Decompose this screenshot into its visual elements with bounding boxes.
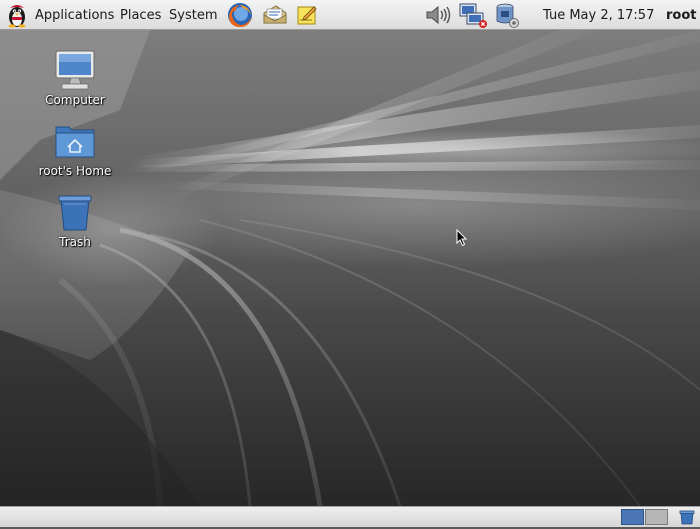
mouse-cursor-icon xyxy=(456,229,468,247)
user-menu[interactable]: root xyxy=(666,0,697,30)
clock[interactable]: Tue May 2, 17:57 xyxy=(543,0,654,30)
notes-icon[interactable] xyxy=(296,0,318,30)
places-menu[interactable]: Places xyxy=(120,0,161,30)
trash-icon xyxy=(53,190,97,234)
mail-icon[interactable] xyxy=(262,0,288,30)
volume-icon[interactable] xyxy=(424,0,452,30)
computer-icon-label: Computer xyxy=(45,93,105,107)
applications-menu[interactable]: Applications xyxy=(35,0,114,30)
trash-icon-label: Trash xyxy=(59,235,91,249)
top-panel: Applications Places System Tue May 2, 17… xyxy=(0,0,700,30)
firefox-icon[interactable] xyxy=(226,0,254,30)
trash-applet-icon[interactable] xyxy=(678,509,696,525)
computer-desktop-icon[interactable]: Computer xyxy=(27,48,123,107)
computer-icon xyxy=(53,48,97,92)
trash-desktop-icon[interactable]: Trash xyxy=(27,190,123,249)
network-icon[interactable] xyxy=(458,0,488,30)
updates-icon[interactable] xyxy=(492,0,520,30)
bottom-panel xyxy=(0,506,700,527)
workspace-1[interactable] xyxy=(621,509,644,525)
system-menu[interactable]: System xyxy=(169,0,217,30)
home-folder-icon xyxy=(53,119,97,163)
home-icon-label: root's Home xyxy=(38,164,112,178)
workspace-2[interactable] xyxy=(645,509,668,525)
desktop: Computer root's Home Trash xyxy=(0,30,700,506)
distro-logo-icon[interactable] xyxy=(4,0,30,30)
home-desktop-icon[interactable]: root's Home xyxy=(27,119,123,178)
